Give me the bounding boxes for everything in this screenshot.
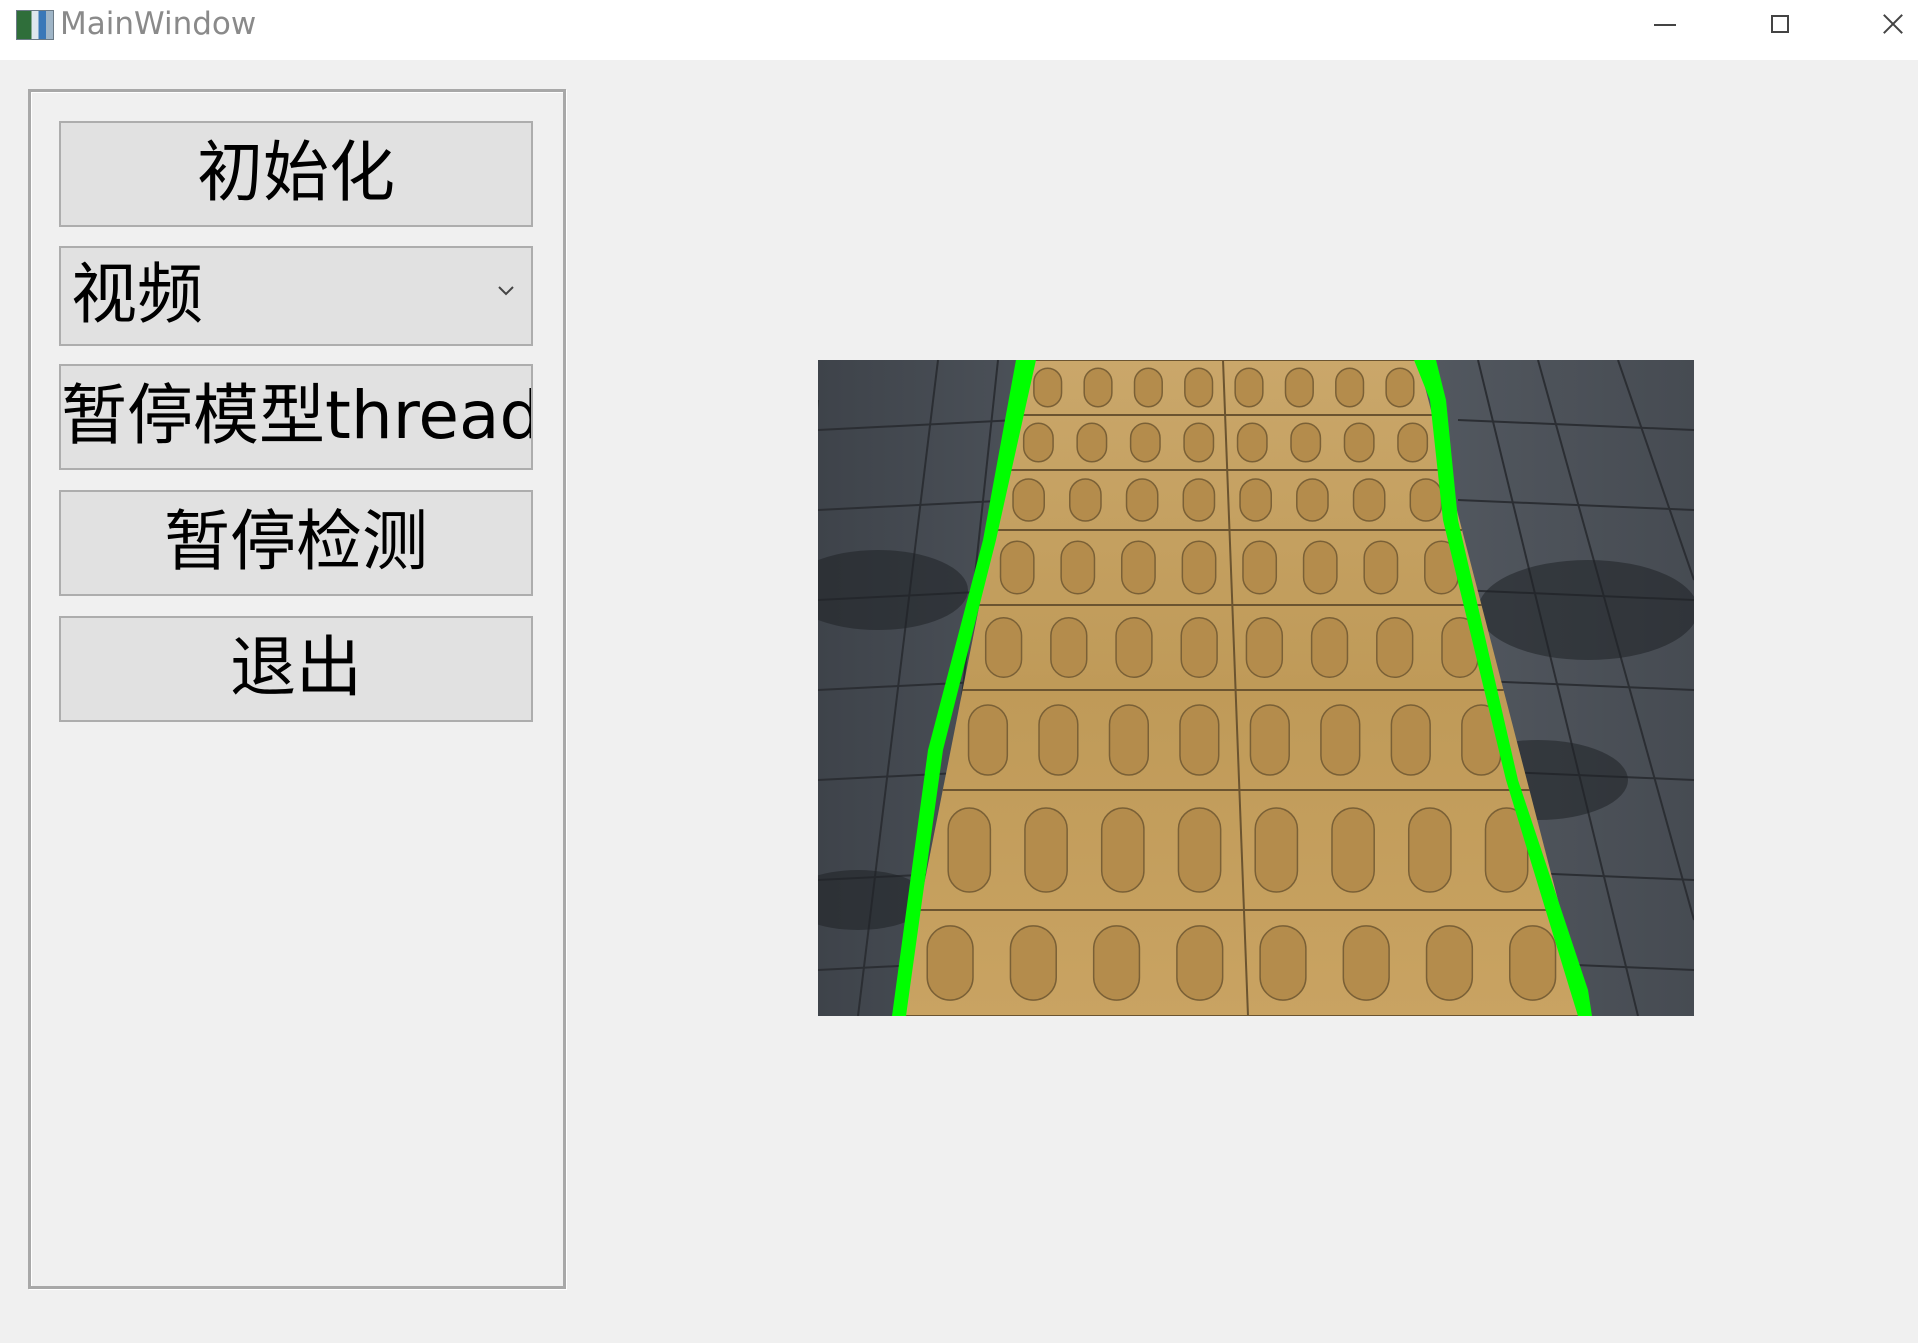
main-window: MainWindow 初始化 视频 暂停模型thread 暂停检测 退出 [0,0,1918,1343]
exit-button[interactable]: 退出 [59,616,533,722]
tactile-bar [1182,478,1216,522]
tactile-bar [1009,925,1057,1001]
tactile-bar [1310,617,1349,678]
tactile-bar [1234,367,1264,408]
tactile-bar [1100,807,1145,893]
tactile-bar [1245,617,1284,678]
tactile-bar [1407,807,1452,893]
tactile-bar [1125,478,1159,522]
tactile-bar [1181,540,1217,595]
tactile-bar [1409,478,1443,522]
video-display [818,360,1694,1016]
tactile-bar [1069,478,1102,522]
tactile-bar [947,807,992,893]
app-icon [16,10,54,40]
tactile-bar [1249,704,1290,776]
tactile-bar [1335,367,1365,408]
detection-frame [818,360,1694,1016]
minimize-button[interactable] [1624,0,1704,48]
tactile-bar [1385,367,1415,408]
tactile-bar [1320,704,1361,776]
tactile-bar [1129,422,1161,463]
tactile-bar [1024,807,1068,893]
title-bar[interactable]: MainWindow [0,0,1918,60]
tactile-bar [1302,540,1338,595]
init-button[interactable]: 初始化 [59,121,533,227]
tactile-bar [1342,925,1390,1001]
window-title: MainWindow [60,6,257,42]
tactile-bar [1284,367,1314,408]
tactile-bar [1296,478,1329,522]
tactile-bar [1033,367,1063,408]
tactile-bar [1331,807,1375,893]
tactile-bar [999,540,1035,595]
tactile-bar [1179,704,1220,776]
tactile-bar [1115,617,1153,678]
tactile-bar [1259,925,1307,1001]
chevron-down-icon [498,286,514,296]
tactile-bar [1120,540,1156,595]
maximize-icon [1771,15,1789,33]
tactile-bar [1390,704,1431,776]
minimize-icon [1654,24,1676,26]
tactile-bar [1083,367,1113,408]
tactile-bar [926,925,974,1001]
tactile-bar [1242,540,1278,595]
source-select[interactable]: 视频 [59,246,533,346]
tactile-bar [1425,925,1474,1001]
shadow-patch [1478,560,1694,660]
tactile-bar [1254,807,1299,893]
tactile-bar [1092,925,1141,1001]
tactile-bar [1376,617,1414,678]
tactile-bar [1363,540,1399,595]
pause-detection-button[interactable]: 暂停检测 [59,490,533,596]
tactile-bar [1133,367,1163,408]
pause-model-thread-button[interactable]: 暂停模型thread [59,364,533,470]
tactile-bar [1509,925,1557,1001]
tactile-bar [1038,704,1079,776]
tactile-bar [1290,422,1322,463]
tactile-bar [1397,422,1429,463]
tactile-bar [1108,704,1150,776]
tactile-bar [1183,422,1215,463]
tactile-bar [1060,540,1096,595]
tactile-bar [1177,807,1222,893]
tactile-bar [1180,617,1218,678]
tactile-bar [1236,422,1268,463]
tactile-bar [984,617,1023,678]
tactile-bar [1184,367,1214,408]
tactile-bar [1050,617,1088,678]
tactile-bar [1343,422,1375,463]
maximize-button[interactable] [1740,0,1820,48]
close-icon [1882,13,1904,35]
tactile-bar [1076,422,1108,463]
tactile-bar [1239,478,1273,522]
tactile-bar [1352,478,1386,522]
close-button[interactable] [1856,0,1918,48]
tactile-bar [967,704,1009,776]
tactile-bar [1176,925,1224,1001]
tactile-bar [1012,478,1045,522]
source-select-value: 视频 [71,256,203,333]
tactile-bar [1022,422,1054,463]
